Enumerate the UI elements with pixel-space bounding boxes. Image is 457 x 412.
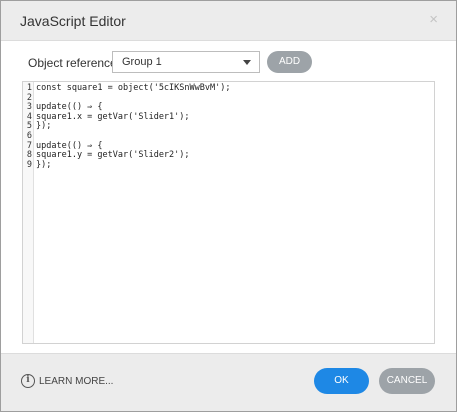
code-editor[interactable]: 1 2 3 4 5 6 7 8 9 const square1 = object… xyxy=(22,81,435,344)
add-button[interactable]: ADD xyxy=(267,51,312,73)
code-line[interactable]: square1.y = getVar('Slider2'); xyxy=(36,151,230,161)
dialog-footer: i LEARN MORE... OK CANCEL xyxy=(1,353,456,411)
javascript-editor-dialog: JavaScript Editor × Object reference Gro… xyxy=(0,0,457,412)
code-line[interactable]: }); xyxy=(36,122,230,132)
code-text[interactable]: const square1 = object('5cIKSnWwBvM'); u… xyxy=(36,83,230,171)
learn-more-label: LEARN MORE... xyxy=(39,376,114,387)
dialog-titlebar: JavaScript Editor × xyxy=(1,1,456,41)
code-line[interactable]: const square1 = object('5cIKSnWwBvM'); xyxy=(36,83,230,94)
cancel-button[interactable]: CANCEL xyxy=(379,368,435,394)
object-reference-label: Object reference xyxy=(28,56,117,70)
info-icon: i xyxy=(21,374,35,388)
code-line[interactable]: square1.x = getVar('Slider1'); xyxy=(36,112,230,123)
object-reference-row: Object reference Group 1 ADD xyxy=(1,51,456,75)
ok-button[interactable]: OK xyxy=(314,368,369,394)
line-number-gutter: 1 2 3 4 5 6 7 8 9 xyxy=(23,82,34,343)
dialog-title: JavaScript Editor xyxy=(20,13,126,29)
chevron-down-icon xyxy=(243,60,251,65)
line-number: 9 xyxy=(26,159,32,170)
object-reference-select[interactable]: Group 1 xyxy=(112,51,260,73)
code-line[interactable]: }); xyxy=(36,160,230,171)
close-icon[interactable]: × xyxy=(429,11,438,28)
object-reference-value: Group 1 xyxy=(122,56,162,68)
